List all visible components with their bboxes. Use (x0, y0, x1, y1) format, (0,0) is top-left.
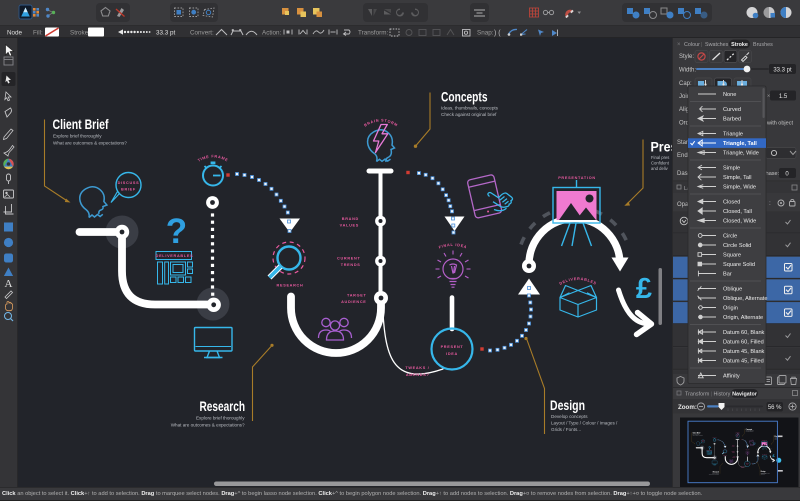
svg-text:IDEA: IDEA (446, 352, 458, 356)
svg-text:Confident: Confident (651, 161, 670, 166)
svg-text:What are outcomes & expectatio: What are outcomes & expectations? (53, 141, 127, 146)
svg-text:) (: ) ( (494, 30, 501, 37)
svg-text:History: History (714, 392, 731, 398)
svg-text:Convert:: Convert: (190, 29, 214, 36)
svg-text:Stroke:: Stroke: (70, 29, 90, 36)
svg-text:Triangle, Tall: Triangle, Tall (723, 141, 757, 147)
svg-text:×: × (767, 94, 770, 100)
svg-text:Datum 60, Blank: Datum 60, Blank (723, 330, 765, 336)
svg-text:VALUES: VALUES (340, 224, 359, 228)
svg-text:Bar: Bar (723, 272, 732, 278)
svg-text:Oblique: Oblique (723, 287, 742, 293)
svg-text:Transform:: Transform: (358, 29, 388, 36)
svg-text:Simple: Simple (723, 166, 740, 172)
svg-text:?: ? (166, 212, 187, 251)
svg-text:Affinity: Affinity (723, 374, 740, 380)
svg-text:Datum 60, Filled: Datum 60, Filled (723, 340, 764, 346)
svg-text:Origin: Origin (723, 306, 738, 312)
svg-text:Stroke: Stroke (731, 42, 748, 48)
svg-text:DISCUSS: DISCUSS (118, 181, 140, 185)
svg-text:BRIEF: BRIEF (121, 188, 136, 192)
svg-text:AMENDS?: AMENDS? (406, 373, 430, 377)
svg-text:Design: Design (550, 397, 585, 413)
svg-text:DELIVERABLES: DELIVERABLES (156, 254, 194, 258)
svg-text:Research: Research (200, 398, 246, 414)
svg-text:RESEARCH: RESEARCH (277, 284, 304, 288)
svg-text:|: | (701, 42, 702, 48)
svg-text:Triangle, Wide: Triangle, Wide (723, 151, 759, 157)
svg-text:Square Solid: Square Solid (723, 262, 755, 268)
svg-text:Curved: Curved (723, 107, 741, 113)
svg-text:Node: Node (7, 29, 23, 36)
svg-text:Concepts: Concepts (441, 90, 488, 105)
svg-text:Style:: Style: (679, 54, 694, 60)
svg-text:33.3 pt: 33.3 pt (156, 29, 176, 36)
svg-text:Navigator: Navigator (732, 392, 758, 398)
svg-text:Develop concepts: Develop concepts (551, 414, 588, 419)
svg-text:Barbed: Barbed (723, 117, 741, 123)
svg-text:with object: with object (766, 121, 793, 127)
svg-text:None: None (723, 92, 736, 98)
svg-text:×: × (677, 42, 681, 48)
svg-text:AUDIENCE: AUDIENCE (341, 300, 366, 304)
svg-text:Fill:: Fill: (33, 29, 43, 36)
svg-text:DELIVERABLES: DELIVERABLES (559, 277, 598, 286)
svg-text:BRAND: BRAND (342, 217, 359, 221)
svg-text:TIME FRAME: TIME FRAME (197, 154, 229, 162)
svg-text:Datum 45, Blank: Datum 45, Blank (723, 349, 765, 355)
svg-text:Pres: Pres (651, 140, 673, 155)
svg-text:Transform: Transform (685, 392, 710, 398)
svg-text:Check against original brief: Check against original brief (441, 112, 497, 117)
svg-text:Simple, Tall: Simple, Tall (723, 175, 752, 181)
svg-text:Closed, Tall: Closed, Tall (723, 209, 752, 215)
svg-text:Closed, Wide: Closed, Wide (723, 219, 756, 225)
svg-text:Colour: Colour (684, 42, 700, 48)
svg-text:and deliv: and deliv (651, 166, 669, 171)
svg-text:Snap:: Snap: (477, 29, 494, 36)
svg-text:A: A (5, 278, 13, 290)
svg-text:£: £ (636, 273, 652, 305)
svg-text:Brushes: Brushes (753, 42, 773, 48)
svg-text:Simple, Wide: Simple, Wide (723, 185, 756, 191)
svg-text:33.3 pt: 33.3 pt (773, 67, 792, 73)
svg-text:Grids / Fonts...: Grids / Fonts... (551, 427, 581, 432)
svg-text:|: | (711, 392, 712, 398)
svg-text:Explore brief thoroughly: Explore brief thoroughly (196, 416, 245, 421)
svg-text:Ideas, thumbnails, concepts: Ideas, thumbnails, concepts (441, 106, 499, 111)
svg-text:CURRENT: CURRENT (337, 257, 360, 261)
svg-text:1.5: 1.5 (779, 94, 788, 100)
svg-text:TARGET: TARGET (347, 294, 367, 298)
svg-text:Action:: Action: (262, 29, 282, 36)
svg-text:Zoom:: Zoom: (678, 404, 697, 411)
svg-text:56 %: 56 % (768, 405, 782, 411)
svg-text:Circle: Circle (723, 234, 737, 240)
svg-text:TRENDS: TRENDS (341, 263, 361, 267)
svg-text:Final pres: Final pres (651, 155, 669, 160)
svg-text:TWEAKS /: TWEAKS / (405, 366, 429, 370)
svg-text:Closed: Closed (723, 200, 740, 206)
svg-text:PRESENTATION: PRESENTATION (558, 176, 596, 180)
svg-text:Square: Square (723, 253, 741, 259)
svg-text:Layout / Type / Colour / Image: Layout / Type / Colour / Images / (551, 421, 618, 426)
svg-text:Width:: Width: (679, 68, 696, 74)
svg-text:What are outcomes & expectatio: What are outcomes & expectations? (171, 423, 245, 428)
svg-text:Client Brief: Client Brief (53, 116, 109, 132)
svg-text:Datum 45, Filled: Datum 45, Filled (723, 359, 764, 365)
svg-text:Circle Solid: Circle Solid (723, 243, 751, 249)
svg-text:PRESENT: PRESENT (441, 345, 464, 349)
svg-text:Triangle: Triangle (723, 132, 743, 138)
svg-text:Origin, Alternate: Origin, Alternate (723, 315, 763, 321)
svg-text:Swatches: Swatches (705, 42, 729, 48)
svg-text::: : (769, 200, 771, 207)
svg-text:BRAIN STORM: BRAIN STORM (363, 118, 398, 127)
svg-text:Oblique, Alternate: Oblique, Alternate (723, 296, 767, 302)
svg-text:Explore brief thoroughly: Explore brief thoroughly (53, 134, 102, 139)
svg-text:FINAL IDEA: FINAL IDEA (438, 243, 468, 250)
